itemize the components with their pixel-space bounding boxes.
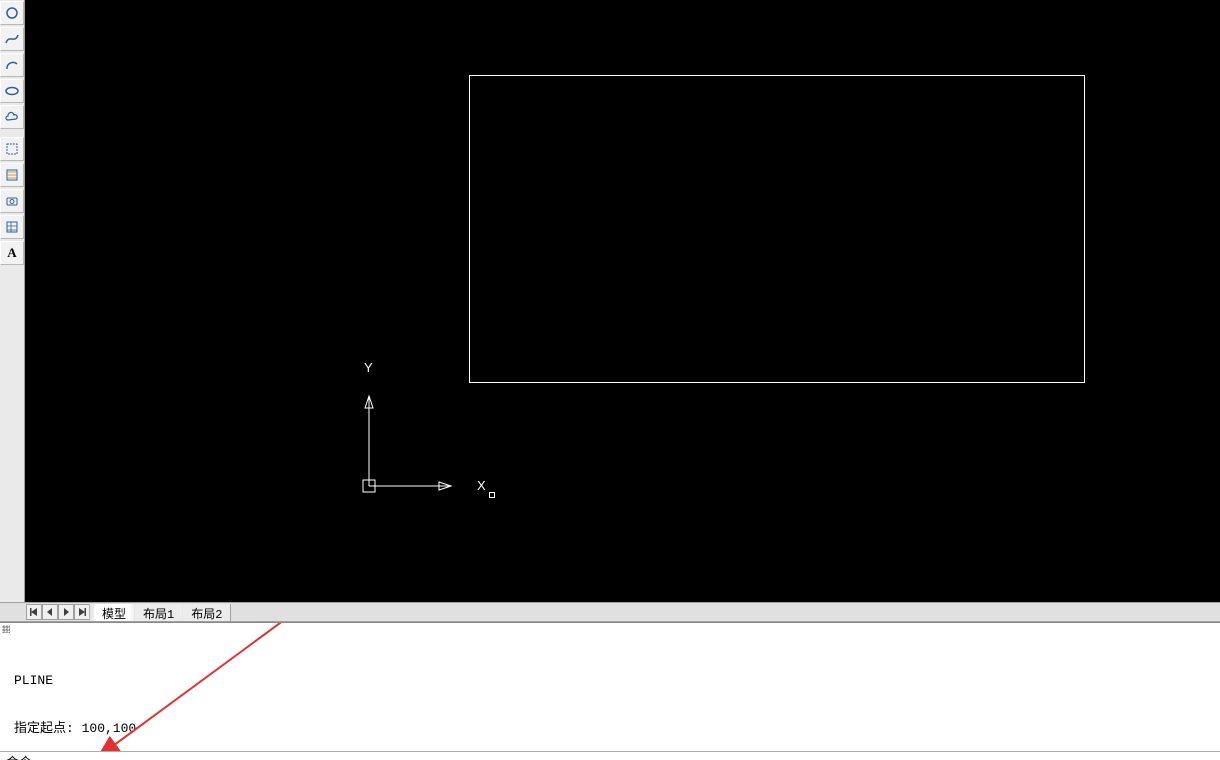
table-tool-icon[interactable] — [0, 215, 24, 239]
command-prompt-label: 命令: — [6, 752, 40, 760]
command-line: 命令: — [0, 751, 1220, 760]
text-tool-icon[interactable]: A — [0, 241, 24, 265]
arc-tool-icon[interactable] — [0, 53, 24, 77]
hatch-tool-icon[interactable] — [0, 163, 24, 187]
workspace-row: A Y X — [0, 0, 1220, 602]
drawn-rectangle — [469, 75, 1085, 383]
command-history[interactable]: PLINE 指定起点: 100,100 当前线宽为 0.0000 指定下一个点或… — [0, 622, 1220, 751]
ucs-cursor-box — [489, 492, 495, 498]
left-toolbar: A — [0, 0, 25, 602]
tab-label: 模型 — [102, 608, 126, 622]
ucs-x-label: X — [477, 478, 486, 493]
toolbar-divider — [0, 130, 24, 136]
tab-layout1[interactable]: 布局1 — [135, 604, 183, 621]
tab-nav-next-icon[interactable] — [58, 604, 74, 620]
command-input[interactable] — [42, 753, 1220, 760]
ucs-y-label: Y — [364, 360, 373, 375]
panel-grip-icon[interactable] — [2, 625, 10, 633]
drawing-canvas[interactable]: Y X — [25, 0, 1220, 602]
region-tool-icon[interactable] — [0, 137, 24, 161]
tab-nav-prev-icon[interactable] — [42, 604, 58, 620]
ucs-origin-icon: Y X — [359, 366, 499, 506]
tab-label: 布局2 — [191, 608, 222, 622]
layout-tab-strip: 模型 布局1 布局2 — [0, 602, 1220, 622]
tab-label: 布局1 — [143, 608, 174, 622]
log-line: 指定起点: 100,100 — [14, 721, 1216, 737]
log-line: PLINE — [14, 673, 1216, 689]
tab-nav-first-icon[interactable] — [26, 604, 42, 620]
spline-tool-icon[interactable] — [0, 27, 24, 51]
snapshot-tool-icon[interactable] — [0, 189, 24, 213]
tab-nav-buttons — [26, 604, 90, 620]
cloud-tool-icon[interactable] — [0, 105, 24, 129]
circle-tool-icon[interactable] — [0, 1, 24, 25]
tab-layout2[interactable]: 布局2 — [183, 604, 231, 621]
ellipse-tool-icon[interactable] — [0, 79, 24, 103]
